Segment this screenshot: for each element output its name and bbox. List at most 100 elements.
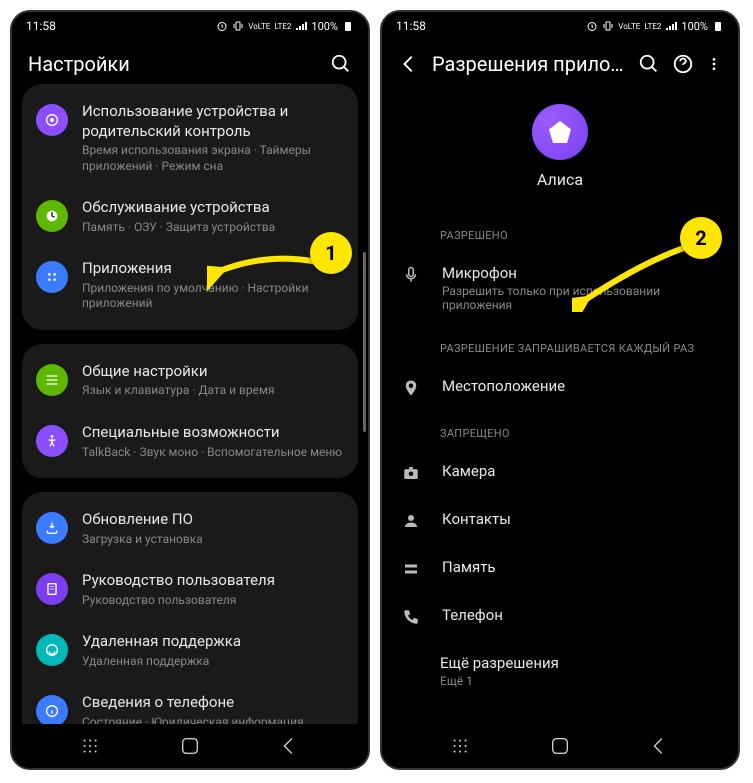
storage-icon (402, 560, 420, 578)
home-button[interactable] (549, 735, 571, 757)
battery-label: 100% (681, 20, 708, 33)
setting-title: Обслуживание устройства (82, 198, 344, 218)
status-time: 11:58 (396, 19, 426, 33)
settings-item[interactable]: Использование устройства и родительский … (22, 90, 358, 186)
mic-icon (402, 266, 420, 284)
permission-title: Память (442, 558, 718, 576)
settings-header: Настройки (12, 40, 368, 84)
battery-icon (342, 20, 354, 32)
permission-title: Местоположение (442, 377, 718, 395)
section-ask: РАЗРЕШЕНИЕ ЗАПРАШИВАЕТСЯ КАЖДЫЙ РАЗ (382, 326, 738, 363)
settings-group: Общие настройкиЯзык и клавиатура · Дата … (22, 344, 358, 478)
search-icon[interactable] (638, 53, 660, 75)
setting-subtitle: Состояние · Юридическая информация (82, 715, 344, 724)
battery-label: 100% (311, 20, 338, 33)
more-permissions[interactable]: Ещё разрешения (382, 640, 738, 674)
settings-item[interactable]: Обновление ПО Загрузка и установка (22, 498, 358, 559)
settings-content[interactable]: Использование устройства и родительский … (12, 84, 368, 724)
setting-title: Руководство пользователя (82, 571, 344, 591)
permission-item[interactable]: Контакты (382, 496, 738, 544)
permission-title: Камера (442, 462, 718, 480)
back-icon[interactable] (398, 53, 420, 75)
home-button[interactable] (179, 735, 201, 757)
setting-title: Специальные возможности (82, 423, 344, 443)
status-time: 11:58 (26, 19, 56, 33)
contacts-icon (402, 512, 420, 530)
more-permissions-sub: Ещё 1 (382, 674, 738, 702)
update-icon (36, 512, 68, 544)
volte-label: VoLTE (248, 22, 270, 31)
general-icon (36, 364, 68, 396)
care-icon (36, 200, 68, 232)
network-label: LTE2 (644, 22, 661, 31)
status-bar: 11:58 VoLTE LTE2 100% (382, 12, 738, 40)
setting-subtitle: Руководство пользователя (82, 593, 344, 609)
permission-item[interactable]: Местоположение (382, 363, 738, 411)
apps-icon (36, 261, 68, 293)
back-button[interactable] (648, 735, 670, 757)
permission-title: Телефон (442, 606, 718, 624)
status-right: VoLTE LTE2 100% (586, 20, 724, 33)
search-icon[interactable] (330, 53, 352, 75)
phone-permissions: 11:58 VoLTE LTE2 100% Разрешения прилож…… (380, 10, 740, 770)
vibrate-icon (232, 20, 244, 32)
about-icon (36, 695, 68, 724)
network-label: LTE2 (274, 22, 291, 31)
app-hero: Алиса (382, 84, 738, 213)
permission-title: Контакты (442, 510, 718, 528)
status-bar: 11:58 VoLTE LTE2 100% (12, 12, 368, 40)
nav-bar (382, 724, 738, 768)
settings-item[interactable]: Специальные возможности TalkBack · Звук м… (22, 411, 358, 472)
back-button[interactable] (278, 735, 300, 757)
help-icon[interactable] (672, 53, 694, 75)
setting-title: Использование устройства и родительский … (82, 102, 344, 141)
annotation-badge-1: 1 (310, 232, 352, 274)
volte-label: VoLTE (618, 22, 640, 31)
support-icon (36, 634, 68, 666)
permission-item[interactable]: Камера (382, 448, 738, 496)
setting-title: Удаленная поддержка (82, 632, 344, 652)
page-title: Разрешения прилож… (432, 52, 626, 76)
phone-settings: 11:58 VoLTE LTE2 100% Настройки Использо… (10, 10, 370, 770)
app-name: Алиса (537, 170, 583, 189)
alarm-icon (586, 20, 598, 32)
setting-subtitle: Язык и клавиатура · Дата и время (82, 383, 344, 399)
signal-icon (665, 20, 677, 32)
permission-item[interactable]: Телефон (382, 592, 738, 640)
scrollbar-thumb[interactable] (363, 252, 366, 432)
settings-item[interactable]: Общие настройкиЯзык и клавиатура · Дата … (22, 350, 358, 411)
camera-icon (402, 464, 420, 482)
annotation-arrow (207, 242, 327, 292)
section-denied: ЗАПРЕЩЕНО (382, 411, 738, 448)
status-right: VoLTE LTE2 100% (216, 20, 354, 33)
settings-item[interactable]: Сведения о телефонеСостояние · Юридическ… (22, 681, 358, 724)
page-title: Настройки (28, 52, 318, 76)
settings-group: Обновление ПО Загрузка и установка Руковод… (22, 492, 358, 724)
manual-icon (36, 573, 68, 605)
battery-icon (712, 20, 724, 32)
more-icon[interactable] (706, 53, 722, 75)
permissions-content[interactable]: Алиса РАЗРЕШЕНО МикрофонРазрешить только… (382, 84, 738, 724)
recents-button[interactable] (450, 735, 472, 757)
setting-title: Обновление ПО (82, 510, 344, 530)
permissions-header: Разрешения прилож… (382, 40, 738, 84)
wellbeing-icon (36, 104, 68, 136)
setting-subtitle: Время использования экрана · Таймеры при… (82, 143, 344, 174)
setting-title: Общие настройки (82, 362, 344, 382)
annotation-badge-2: 2 (680, 217, 722, 259)
settings-item[interactable]: Обслуживание устройства Память · ОЗУ · За… (22, 186, 358, 247)
app-icon (532, 104, 588, 160)
nav-bar (12, 724, 368, 768)
recents-button[interactable] (80, 735, 102, 757)
vibrate-icon (602, 20, 614, 32)
settings-item[interactable]: Руководство пользователя Руководство поль… (22, 559, 358, 620)
settings-item[interactable]: Удаленная поддержкаУдаленная поддержка (22, 620, 358, 681)
location-icon (402, 379, 420, 397)
settings-group: Использование устройства и родительский … (22, 84, 358, 330)
setting-subtitle: Память · ОЗУ · Защита устройства (82, 220, 344, 236)
setting-subtitle: Загрузка и установка (82, 532, 344, 548)
permission-item[interactable]: Память (382, 544, 738, 592)
accessibility-icon (36, 425, 68, 457)
phone-icon (402, 608, 420, 626)
setting-subtitle: TalkBack · Звук моно · Вспомогательное м… (82, 445, 344, 461)
